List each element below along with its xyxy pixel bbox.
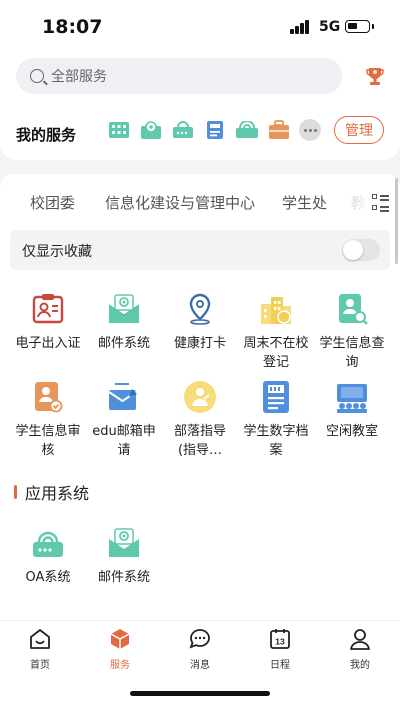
app-systems-title: 应用系统 <box>14 480 89 504</box>
app-student-info-query[interactable]: 学生信息查询 <box>312 292 392 372</box>
status-time: 18:07 <box>42 16 103 38</box>
tabs-fade <box>340 184 370 220</box>
scrollbar[interactable] <box>395 178 398 264</box>
favorites-only-label: 仅显示收藏 <box>22 244 92 260</box>
calendar-icon: 13 <box>270 629 290 649</box>
nav-label: 我的 <box>350 660 370 671</box>
app-label: 空闲教室 <box>325 424 378 439</box>
router-shortcut-icon[interactable] <box>171 119 195 141</box>
mail-icon <box>108 294 140 323</box>
app-label: 部落指导(指导… <box>173 424 226 458</box>
my-services-icons <box>107 119 321 141</box>
nav-label: 服务 <box>110 660 130 671</box>
network-type: 5G <box>319 19 341 35</box>
app-mail-system[interactable]: 邮件系统 <box>84 292 164 353</box>
app-edu-mail-apply[interactable]: edu邮箱申请 <box>84 380 164 460</box>
nav-service[interactable]: 服务 <box>90 627 150 671</box>
app-label: 学生信息审核 <box>15 424 81 458</box>
nav-home[interactable]: 首页 <box>10 627 70 671</box>
chat-icon <box>189 629 210 649</box>
service-panel: 校团委 信息化建设与管理中心 学生处 教 仅显示收藏 电子出入证 <box>0 174 400 620</box>
app-label: 电子出入证 <box>15 336 81 351</box>
app-weekend-absence[interactable]: 周末不在校登记 <box>236 292 316 372</box>
status-bar: 18:07 5G <box>0 0 400 52</box>
id-card-icon <box>32 294 64 324</box>
search-icon <box>30 69 44 83</box>
student-review-icon <box>35 382 63 413</box>
header-area: 全部服务 我的服务 管理 <box>0 52 400 160</box>
nav-schedule[interactable]: 13 日程 <box>250 627 310 671</box>
classroom-icon <box>337 384 367 413</box>
app-vacant-classroom[interactable]: 空闲教室 <box>312 380 392 441</box>
nav-label: 首页 <box>30 660 50 671</box>
trophy-icon[interactable] <box>366 66 384 88</box>
app-systems-label: 应用系统 <box>25 484 90 503</box>
tab-youth-league[interactable]: 校团委 <box>30 192 75 213</box>
app-health-checkin[interactable]: 健康打卡 <box>160 292 240 353</box>
section-accent-bar <box>14 485 17 499</box>
digital-archive-icon <box>263 381 289 413</box>
app-label: OA系统 <box>25 570 71 585</box>
battery-tip <box>372 24 374 29</box>
app-mail-system-2[interactable]: 邮件系统 <box>84 526 164 587</box>
favorites-only-toggle[interactable] <box>342 239 380 261</box>
app-label: 学生数字档案 <box>243 424 309 458</box>
app-label: edu邮箱申请 <box>92 424 156 458</box>
archive-shortcut-icon[interactable] <box>203 119 227 141</box>
app-tribe-guide[interactable]: 部落指导(指导… <box>160 380 240 460</box>
nav-me[interactable]: 我的 <box>330 627 390 671</box>
mail-shortcut-icon[interactable] <box>139 119 163 141</box>
calendar-day: 13 <box>275 637 285 647</box>
home-indicator[interactable] <box>130 691 270 696</box>
app-oa-system[interactable]: OA系统 <box>8 526 88 587</box>
student-search-icon <box>339 294 368 325</box>
user-icon <box>350 629 370 650</box>
category-grid-icon[interactable] <box>372 194 389 212</box>
home-icon <box>30 629 50 649</box>
location-pin-icon <box>189 293 211 325</box>
more-icon[interactable] <box>299 119 321 141</box>
building-icon <box>261 297 291 324</box>
app-student-info-review[interactable]: 学生信息审核 <box>8 380 88 460</box>
my-services-title: 我的服务 <box>16 126 77 144</box>
oa-router-icon <box>33 531 63 557</box>
app-e-pass[interactable]: 电子出入证 <box>8 292 88 353</box>
search-bar[interactable]: 全部服务 <box>16 58 342 94</box>
tab-student-affairs[interactable]: 学生处 <box>282 192 327 213</box>
edu-mail-icon <box>108 383 137 410</box>
app-label: 学生信息查询 <box>319 336 385 370</box>
app-label: 邮件系统 <box>97 570 150 585</box>
app-digital-archive[interactable]: 学生数字档案 <box>236 380 316 460</box>
cube-icon <box>110 629 130 649</box>
favorites-filter-row: 仅显示收藏 <box>10 230 390 270</box>
app-label: 邮件系统 <box>97 336 150 351</box>
nav-messages[interactable]: 消息 <box>170 627 230 671</box>
category-tabs: 校团委 信息化建设与管理中心 学生处 教 <box>0 174 400 230</box>
tab-it-center[interactable]: 信息化建设与管理中心 <box>105 192 255 213</box>
briefcase-shortcut-icon[interactable] <box>267 119 291 141</box>
nav-label: 日程 <box>270 660 290 671</box>
oa-shortcut-icon[interactable] <box>235 119 259 141</box>
tribe-guide-icon <box>184 381 216 413</box>
battery-icon <box>345 20 370 33</box>
app-label: 周末不在校登记 <box>243 336 309 370</box>
mail-icon <box>109 528 139 557</box>
nav-label: 消息 <box>190 660 210 671</box>
manage-button[interactable]: 管理 <box>334 116 384 144</box>
bottom-nav: 首页 服务 消息 13 日程 我的 <box>0 620 400 711</box>
search-input[interactable]: 全部服务 <box>51 66 107 86</box>
classroom-shortcut-icon[interactable] <box>107 119 131 141</box>
signal-icon <box>290 20 314 34</box>
app-label: 健康打卡 <box>173 336 226 351</box>
